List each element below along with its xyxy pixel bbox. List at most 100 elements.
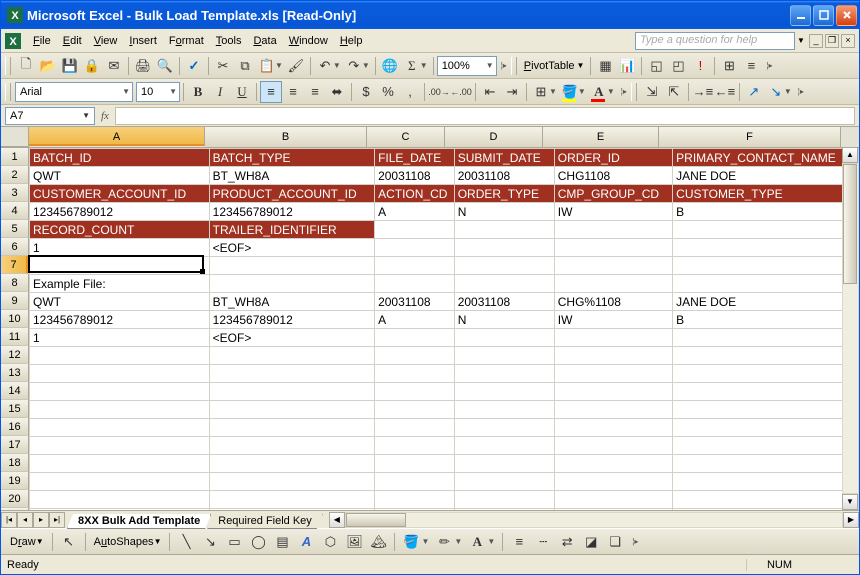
- cell-B7[interactable]: [209, 257, 374, 275]
- zoom-combo[interactable]: 100%▼: [437, 56, 497, 76]
- cell-C10[interactable]: A: [375, 311, 455, 329]
- doc-minimize-button[interactable]: _: [809, 34, 823, 48]
- cell-E11[interactable]: [554, 329, 672, 347]
- arrow-icon[interactable]: ↘: [199, 531, 221, 553]
- percent-icon[interactable]: %: [377, 81, 399, 103]
- cell-C8[interactable]: [375, 275, 455, 293]
- align-left-icon[interactable]: ≡: [260, 81, 282, 103]
- cell-F14[interactable]: [673, 383, 859, 401]
- horizontal-scrollbar[interactable]: ◀ ▶: [329, 511, 859, 528]
- font-color-icon[interactable]: A: [588, 81, 610, 103]
- cell-A21[interactable]: [30, 509, 210, 511]
- cell-A9[interactable]: QWT: [30, 293, 210, 311]
- cell-D1[interactable]: SUBMIT_DATE: [454, 149, 554, 167]
- tab-prev-button[interactable]: ◂: [17, 512, 33, 528]
- draw-menu-button[interactable]: Draw ▼: [7, 531, 47, 553]
- cell-C19[interactable]: [375, 473, 455, 491]
- dash-style-icon[interactable]: ┄: [532, 531, 554, 553]
- cell-A14[interactable]: [30, 383, 210, 401]
- cell-F13[interactable]: [673, 365, 859, 383]
- menu-format[interactable]: Format: [163, 33, 210, 49]
- cell-B17[interactable]: [209, 437, 374, 455]
- cell-E1[interactable]: ORDER_ID: [554, 149, 672, 167]
- cell-C13[interactable]: [375, 365, 455, 383]
- email-icon[interactable]: ✉: [103, 55, 125, 77]
- row-header-10[interactable]: 10: [1, 310, 29, 328]
- cell-A7[interactable]: [30, 257, 210, 275]
- cell-A2[interactable]: QWT: [30, 167, 210, 185]
- menu-file[interactable]: File: [27, 33, 57, 49]
- underline-icon[interactable]: U: [231, 81, 253, 103]
- row-header-21[interactable]: 21: [1, 508, 29, 510]
- toolbar-handle-2[interactable]: [511, 57, 517, 75]
- cell-F11[interactable]: [673, 329, 859, 347]
- cell-C3[interactable]: ACTION_CD: [375, 185, 455, 203]
- spelling-icon[interactable]: ✓: [183, 55, 205, 77]
- cell-A12[interactable]: [30, 347, 210, 365]
- cell-E7[interactable]: [554, 257, 672, 275]
- cell-D14[interactable]: [454, 383, 554, 401]
- cell-B2[interactable]: BT_WH8A: [209, 167, 374, 185]
- select-all-corner[interactable]: [1, 127, 29, 147]
- scroll-left-button[interactable]: ◀: [329, 512, 345, 528]
- cell-C1[interactable]: FILE_DATE: [375, 149, 455, 167]
- cell-F15[interactable]: [673, 401, 859, 419]
- fill-color-dropdown-2[interactable]: ▼: [421, 537, 429, 546]
- autosum-dropdown[interactable]: ▼: [420, 61, 428, 70]
- cell-D12[interactable]: [454, 347, 554, 365]
- cell-C14[interactable]: [375, 383, 455, 401]
- doc-close-button[interactable]: ×: [841, 34, 855, 48]
- cell-F3[interactable]: CUSTOMER_TYPE: [673, 185, 859, 203]
- row-header-1[interactable]: 1: [1, 148, 29, 166]
- cell-B11[interactable]: <EOF>: [209, 329, 374, 347]
- row-header-17[interactable]: 17: [1, 436, 29, 454]
- group-icon[interactable]: ⇲: [641, 81, 663, 103]
- cell-A15[interactable]: [30, 401, 210, 419]
- row-header-2[interactable]: 2: [1, 166, 29, 184]
- menu-edit[interactable]: Edit: [57, 33, 88, 49]
- picture-icon[interactable]: 🏔: [367, 531, 389, 553]
- cell-E18[interactable]: [554, 455, 672, 473]
- row-header-8[interactable]: 8: [1, 274, 29, 292]
- cell-E17[interactable]: [554, 437, 672, 455]
- cell-B20[interactable]: [209, 491, 374, 509]
- cell-B12[interactable]: [209, 347, 374, 365]
- print-preview-icon[interactable]: 🔍: [154, 55, 176, 77]
- line-style-icon[interactable]: ≡: [508, 531, 530, 553]
- cell-D4[interactable]: N: [454, 203, 554, 221]
- row-header-5[interactable]: 5: [1, 220, 29, 238]
- sheet-tab-other[interactable]: Required Field Key: [207, 514, 323, 529]
- cell-F2[interactable]: JANE DOE: [673, 167, 859, 185]
- borders-dropdown[interactable]: ▼: [549, 87, 557, 96]
- row-header-13[interactable]: 13: [1, 364, 29, 382]
- cell-A10[interactable]: 123456789012: [30, 311, 210, 329]
- sheet-tab-active[interactable]: 8XX Bulk Add Template: [67, 514, 211, 529]
- rectangle-icon[interactable]: ▭: [223, 531, 245, 553]
- formula-bar[interactable]: [115, 107, 855, 125]
- cell-D11[interactable]: [454, 329, 554, 347]
- cell-F7[interactable]: [673, 257, 859, 275]
- column-header-E[interactable]: E: [543, 127, 659, 147]
- row-header-4[interactable]: 4: [1, 202, 29, 220]
- select-objects-icon[interactable]: ↖: [58, 531, 80, 553]
- toolbar-options-icon-2[interactable]: ¦▸: [766, 61, 772, 70]
- cell-C7[interactable]: [375, 257, 455, 275]
- cell-A13[interactable]: [30, 365, 210, 383]
- cell-D8[interactable]: [454, 275, 554, 293]
- cell-D17[interactable]: [454, 437, 554, 455]
- redo-dropdown[interactable]: ▼: [362, 61, 370, 70]
- maximize-button[interactable]: [813, 5, 834, 26]
- menu-insert[interactable]: Insert: [123, 33, 163, 49]
- cell-C12[interactable]: [375, 347, 455, 365]
- cell-E8[interactable]: [554, 275, 672, 293]
- toolbar-options-icon-3[interactable]: ¦▸: [621, 87, 627, 96]
- bold-icon[interactable]: B: [187, 81, 209, 103]
- cell-B16[interactable]: [209, 419, 374, 437]
- row-header-20[interactable]: 20: [1, 490, 29, 508]
- currency-icon[interactable]: $: [355, 81, 377, 103]
- row-header-19[interactable]: 19: [1, 472, 29, 490]
- autoshapes-button[interactable]: AutoShapes ▼: [91, 531, 165, 553]
- cell-E6[interactable]: [554, 239, 672, 257]
- cell-F4[interactable]: B: [673, 203, 859, 221]
- cell-C21[interactable]: [375, 509, 455, 511]
